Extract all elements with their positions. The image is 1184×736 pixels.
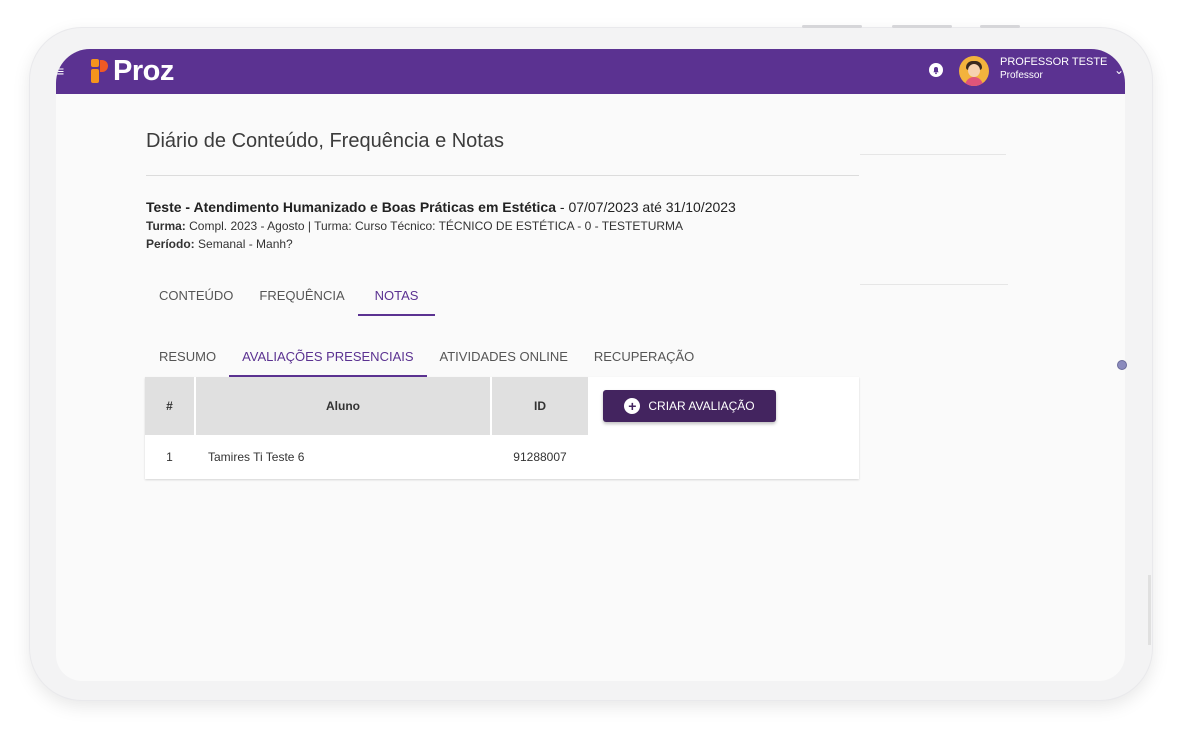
- periodo-value: Semanal - Manh?: [198, 237, 293, 251]
- avatar[interactable]: [959, 56, 989, 86]
- course-name: Teste - Atendimento Humanizado e Boas Pr…: [146, 199, 557, 215]
- main-tabs: CONTEÚDO FREQUÊNCIA NOTAS: [146, 279, 436, 316]
- user-info[interactable]: PROFESSOR TESTE Professor: [1000, 56, 1107, 83]
- scrollbar[interactable]: [1148, 575, 1151, 645]
- cell-id: 91288007: [513, 449, 567, 464]
- header-aluno[interactable]: Aluno: [196, 377, 490, 435]
- divider: [860, 284, 1008, 285]
- tab-frequencia[interactable]: FREQUÊNCIA: [246, 279, 357, 315]
- tab-resumo[interactable]: RESUMO: [146, 340, 229, 376]
- plus-circle-icon: +: [624, 398, 641, 414]
- header-id[interactable]: ID: [492, 377, 588, 435]
- turma-value: Compl. 2023 - Agosto | Turma: Curso Técn…: [189, 219, 684, 233]
- proz-logo-icon: [89, 58, 111, 86]
- header-num[interactable]: #: [145, 377, 194, 435]
- title-divider: [146, 175, 859, 176]
- user-role: Professor: [1000, 70, 1043, 81]
- user-name: PROFESSOR TESTE: [1000, 56, 1108, 68]
- course-dates: - 07/07/2023 até 31/10/2023: [559, 199, 736, 215]
- tab-conteudo[interactable]: CONTEÚDO: [146, 279, 246, 315]
- divider: [860, 154, 1006, 155]
- tab-avaliacoes-presenciais[interactable]: AVALIAÇÕES PRESENCIAIS: [229, 340, 428, 377]
- tab-recuperacao[interactable]: RECUPERAÇÃO: [581, 340, 707, 376]
- sub-tabs: RESUMO AVALIAÇÕES PRESENCIAIS ATIVIDADES…: [146, 340, 707, 377]
- logo[interactable]: Proz: [89, 55, 174, 88]
- cell-aluno[interactable]: Tamires Ti Teste 6: [208, 435, 488, 478]
- device-bar: [980, 25, 1020, 28]
- tab-notas[interactable]: NOTAS: [357, 279, 436, 316]
- device-bar: [892, 25, 952, 28]
- tab-atividades-online[interactable]: ATIVIDADES ONLINE: [427, 340, 581, 376]
- logo-text: Proz: [113, 55, 174, 87]
- content-panel: [124, 119, 859, 549]
- course-info: Teste - Atendimento Humanizado e Boas Pr…: [146, 199, 736, 215]
- periodo-line: Período: Semanal - Manh?: [146, 237, 293, 251]
- page-title: Diário de Conteúdo, Frequência e Notas: [146, 130, 504, 152]
- radio-dot-icon[interactable]: [1117, 360, 1127, 370]
- turma-label: Turma:: [146, 219, 186, 233]
- device-bar: [802, 25, 862, 28]
- chevron-down-icon[interactable]: ⌄: [1114, 63, 1124, 77]
- create-evaluation-label: CRIAR AVALIAÇÃO: [648, 399, 755, 413]
- cell-num: 1: [166, 449, 173, 464]
- bell-icon[interactable]: [929, 63, 943, 77]
- menu-icon[interactable]: ≡: [56, 63, 64, 79]
- turma-line: Turma: Compl. 2023 - Agosto | Turma: Cur…: [146, 219, 683, 233]
- create-evaluation-button[interactable]: + CRIAR AVALIAÇÃO: [603, 390, 776, 422]
- top-bar: ≡ Proz PROFESSOR TESTE Professor ⌄: [56, 49, 1125, 94]
- periodo-label: Período:: [146, 237, 195, 251]
